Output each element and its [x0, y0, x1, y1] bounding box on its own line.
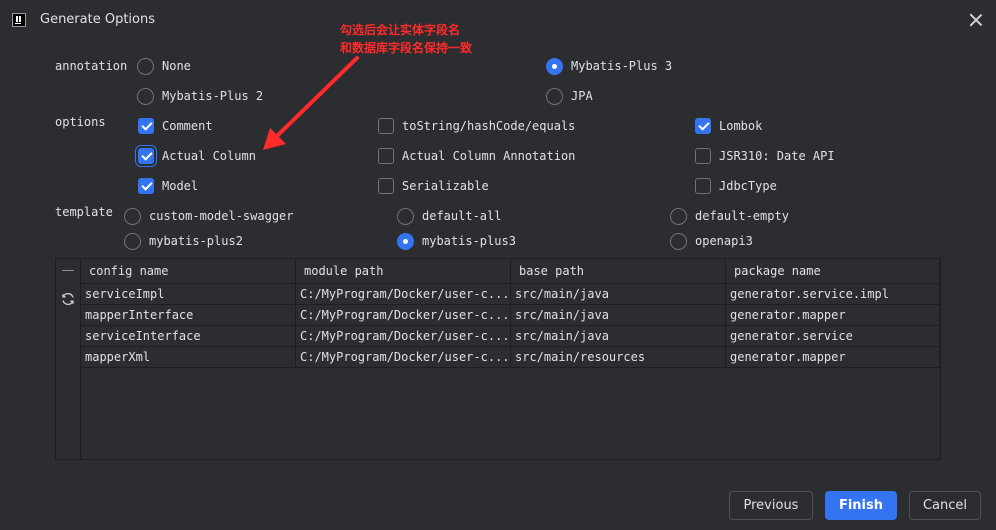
- options-label: options: [55, 115, 106, 129]
- template-openapi3-radio[interactable]: openapi3: [670, 231, 753, 251]
- column-header[interactable]: module path: [296, 259, 511, 284]
- template-custom-model-swagger-radio[interactable]: custom-model-swagger: [124, 206, 294, 226]
- radio-selected-icon: [397, 232, 414, 250]
- checkbox-icon: [695, 148, 711, 164]
- table-cell[interactable]: generator.service.impl: [726, 284, 940, 305]
- radio-icon: [137, 87, 154, 105]
- radio-icon: [670, 207, 687, 225]
- close-icon[interactable]: [966, 10, 986, 30]
- template-default-all-radio[interactable]: default-all: [397, 206, 501, 226]
- table-cell[interactable]: serviceInterface: [81, 326, 296, 347]
- checkbox-checked-icon: [138, 178, 154, 194]
- checkbox-checked-icon: [138, 118, 154, 134]
- finish-button[interactable]: Finish: [825, 491, 897, 520]
- table-row[interactable]: mapperInterface C:/MyProgram/Docker/user…: [81, 305, 940, 326]
- annotation-none-radio[interactable]: None: [137, 56, 191, 76]
- config-table: config name module path base path packag…: [55, 258, 941, 460]
- checkbox-icon: [378, 178, 394, 194]
- checkbox-icon: [378, 148, 394, 164]
- collapse-dash-icon[interactable]: [62, 270, 74, 271]
- radio-icon: [124, 207, 141, 225]
- table-cell[interactable]: C:/MyProgram/Docker/user-c...: [296, 284, 511, 305]
- table-cell[interactable]: src/main/java: [511, 305, 726, 326]
- template-mybatis-plus2-radio[interactable]: mybatis-plus2: [124, 231, 243, 251]
- table-cell[interactable]: generator.mapper: [726, 305, 940, 326]
- serializable-checkbox[interactable]: Serializable: [378, 176, 489, 196]
- table-side-toolbar: [56, 259, 81, 459]
- table-cell[interactable]: C:/MyProgram/Docker/user-c...: [296, 305, 511, 326]
- radio-icon: [670, 232, 687, 250]
- template-label: template: [55, 205, 113, 219]
- table-cell[interactable]: C:/MyProgram/Docker/user-c...: [296, 326, 511, 347]
- radio-icon: [546, 87, 563, 105]
- checkbox-icon: [695, 178, 711, 194]
- radio-icon: [137, 57, 154, 75]
- table-header-row: config name module path base path packag…: [81, 259, 940, 284]
- column-header[interactable]: package name: [726, 259, 940, 284]
- annotation-note-line-1: 勾选后会让实体字段名: [340, 23, 461, 37]
- checkbox-icon: [378, 118, 394, 134]
- comment-checkbox[interactable]: Comment: [138, 116, 213, 136]
- intellij-app-icon: [12, 13, 26, 27]
- column-header[interactable]: config name: [81, 259, 296, 284]
- template-default-empty-radio[interactable]: default-empty: [670, 206, 789, 226]
- actual-column-checkbox[interactable]: Actual Column: [138, 146, 256, 166]
- table-cell[interactable]: src/main/java: [511, 326, 726, 347]
- cancel-button[interactable]: Cancel: [909, 491, 981, 520]
- table-cell[interactable]: C:/MyProgram/Docker/user-c...: [296, 347, 511, 368]
- table-cell[interactable]: serviceImpl: [81, 284, 296, 305]
- jsr310-date-api-checkbox[interactable]: JSR310: Date API: [695, 146, 835, 166]
- table-cell[interactable]: mapperInterface: [81, 305, 296, 326]
- template-mybatis-plus3-radio[interactable]: mybatis-plus3: [397, 231, 516, 251]
- tostring-hashcode-equals-checkbox[interactable]: toString/hashCode/equals: [378, 116, 575, 136]
- checkbox-checked-icon: [695, 118, 711, 134]
- annotation-mybatis-plus-3-radio[interactable]: Mybatis-Plus 3: [546, 56, 672, 76]
- column-header[interactable]: base path: [511, 259, 726, 284]
- lombok-checkbox[interactable]: Lombok: [695, 116, 762, 136]
- checkbox-checked-icon: [138, 148, 154, 164]
- model-checkbox[interactable]: Model: [138, 176, 198, 196]
- annotation-note: 勾选后会让实体字段名 和数据库字段名保持一致: [340, 21, 472, 57]
- table-cell[interactable]: mapperXml: [81, 347, 296, 368]
- radio-selected-icon: [546, 57, 563, 75]
- annotation-mybatis-plus-2-radio[interactable]: Mybatis-Plus 2: [137, 86, 263, 106]
- table-cell[interactable]: src/main/resources: [511, 347, 726, 368]
- refresh-icon[interactable]: [60, 291, 76, 307]
- table-cell[interactable]: generator.service: [726, 326, 940, 347]
- annotation-label: annotation: [55, 59, 128, 73]
- radio-icon: [124, 232, 141, 250]
- window-title: Generate Options: [40, 12, 156, 27]
- actual-column-annotation-checkbox[interactable]: Actual Column Annotation: [378, 146, 575, 166]
- previous-button[interactable]: Previous: [729, 491, 813, 520]
- annotation-note-line-2: 和数据库字段名保持一致: [340, 41, 473, 55]
- annotation-jpa-radio[interactable]: JPA: [546, 86, 593, 106]
- table-cell[interactable]: src/main/java: [511, 284, 726, 305]
- table-row[interactable]: mapperXml C:/MyProgram/Docker/user-c... …: [81, 347, 940, 368]
- radio-icon: [397, 207, 414, 225]
- title-bar: Generate Options: [0, 0, 996, 40]
- jdbctype-checkbox[interactable]: JdbcType: [695, 176, 777, 196]
- table-row[interactable]: serviceImpl C:/MyProgram/Docker/user-c..…: [81, 284, 940, 305]
- table-cell[interactable]: generator.mapper: [726, 347, 940, 368]
- table-row[interactable]: serviceInterface C:/MyProgram/Docker/use…: [81, 326, 940, 347]
